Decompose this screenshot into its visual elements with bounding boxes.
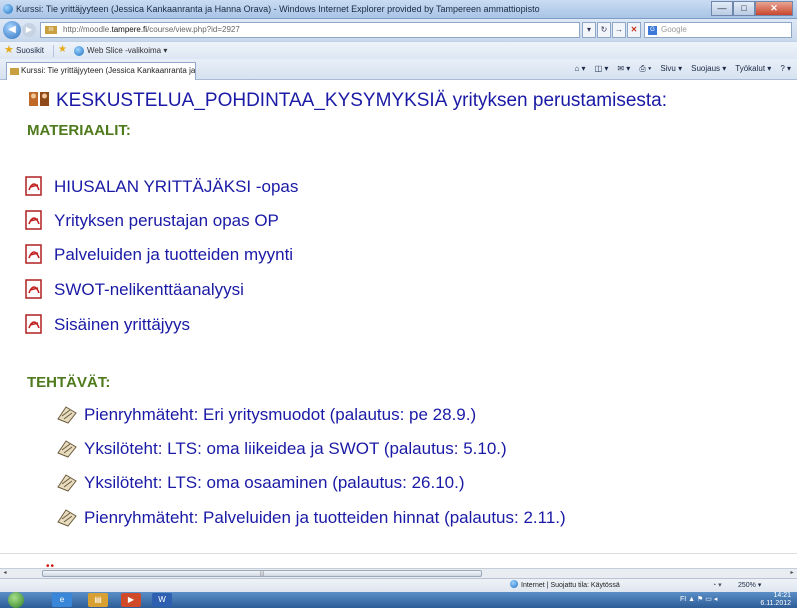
assignment-icon — [57, 440, 77, 458]
site-favicon-icon: m — [45, 26, 57, 34]
scroll-left-icon[interactable]: ◂ — [0, 569, 10, 578]
minimize-button[interactable]: — — [711, 1, 733, 16]
tools-menu[interactable]: Työkalut ▾ — [735, 62, 771, 76]
go-button[interactable]: → — [612, 22, 626, 38]
pdf-icon — [25, 176, 42, 196]
taskbar-ie-button[interactable]: e — [52, 593, 72, 607]
url-tools: ▾ ↻ → ✕ — [582, 22, 641, 38]
taskbar-word-button[interactable]: W — [152, 593, 172, 607]
resource-label: Palveluiden ja tuotteiden myynti — [54, 245, 294, 264]
command-bar: Kurssi: Tie yrittäjyyteen (Jessica Kanka… — [0, 59, 797, 80]
resource-link-4[interactable]: Sisäinen yrittäjyys — [24, 314, 190, 335]
pdf-icon — [25, 314, 42, 334]
forum-icon — [29, 92, 49, 106]
edit-dots: •• — [46, 561, 56, 568]
page-menu[interactable]: Sivu ▾ — [660, 62, 682, 76]
taskbar-media-button[interactable]: ▶ — [121, 593, 141, 607]
assignment-link-3[interactable]: Pienryhmäteht: Palveluiden ja tuotteiden… — [56, 507, 566, 528]
page-content: KESKUSTELUA_POHDINTAA_KYSYMYKSIÄ yrityks… — [0, 81, 797, 568]
safety-menu[interactable]: Suojaus ▾ — [691, 62, 726, 76]
add-favorite-icon[interactable]: ★ — [58, 44, 67, 56]
assignment-label: Pienryhmäteht: Eri yritysmuodot (palautu… — [84, 405, 477, 424]
globe-icon — [510, 580, 518, 588]
zoom-button[interactable]: 250% ▾ — [738, 579, 761, 592]
materials-heading: MATERIAALIT: — [27, 122, 131, 139]
resource-link-3[interactable]: SWOT-nelikenttäanalyysi — [24, 279, 244, 300]
favorites-divider — [53, 45, 54, 57]
clock-time: 14:21 — [773, 592, 791, 599]
refresh-button[interactable]: ↻ — [597, 22, 611, 38]
search-input[interactable]: G Google — [644, 22, 792, 38]
favorites-star-icon[interactable]: ★ — [4, 45, 14, 56]
mail-button[interactable]: ✉ ▾ — [617, 62, 630, 76]
address-bar: ◀ ▶ m http://moodle.tampere.fi/course/vi… — [0, 19, 797, 41]
browser-tab[interactable]: Kurssi: Tie yrittäjyyteen (Jessica Kanka… — [6, 62, 196, 80]
help-menu[interactable]: ? ▾ — [780, 62, 791, 76]
horizontal-scrollbar[interactable]: ◂ ||| ▸ — [0, 568, 797, 578]
window-title: Kurssi: Tie yrittäjyyteen (Jessica Kanka… — [16, 4, 540, 14]
dropdown-icon[interactable]: ▾ — [582, 22, 596, 38]
window-title-bar: Kurssi: Tie yrittäjyyteen (Jessica Kanka… — [0, 0, 797, 19]
favorites-button[interactable]: Suosikit — [16, 42, 44, 59]
resource-label: Sisäinen yrittäjyys — [54, 315, 191, 334]
scroll-thumb[interactable]: ||| — [42, 570, 482, 577]
resource-label: Yrityksen perustajan opas OP — [54, 211, 279, 230]
pdf-icon — [25, 244, 42, 264]
resource-label: HIUSALAN YRITTÄJÄKSI -opas — [54, 177, 299, 196]
resource-label: SWOT-nelikenttäanalyysi — [54, 280, 244, 299]
assignment-icon — [57, 474, 77, 492]
assignment-label: Yksilöteht: LTS: oma liikeidea ja SWOT (… — [84, 439, 507, 458]
tasks-heading: TEHTÄVÄT: — [27, 374, 111, 391]
favorites-bar: ★ Suosikit ★ Web Slice -valikoima ▾ — [0, 41, 797, 59]
pdf-icon — [25, 279, 42, 299]
forward-button[interactable]: ▶ — [22, 23, 36, 37]
search-provider-icon: G — [648, 26, 657, 35]
assignment-label: Pienryhmäteht: Palveluiden ja tuotteiden… — [84, 508, 566, 527]
resource-link-1[interactable]: Yrityksen perustajan opas OP — [24, 210, 279, 231]
command-buttons: ⌂ ▾ ◫ ▾ ✉ ▾ ⎙ ▾ Sivu ▾ Suojaus ▾ Työkalu… — [575, 62, 792, 76]
resource-link-0[interactable]: HIUSALAN YRITTÄJÄKSI -opas — [24, 176, 298, 197]
scroll-right-icon[interactable]: ▸ — [787, 569, 797, 578]
close-button[interactable]: ✕ — [755, 1, 793, 16]
section-divider — [0, 553, 797, 554]
security-zone[interactable]: Internet | Suojattu tila: Käytössä — [510, 579, 620, 592]
taskbar-explorer-button[interactable]: ▤ — [88, 593, 108, 607]
assignment-link-1[interactable]: Yksilöteht: LTS: oma liikeidea ja SWOT (… — [56, 438, 507, 459]
home-button[interactable]: ⌂ ▾ — [575, 62, 586, 76]
forum-link-text: KESKUSTELUA_POHDINTAA_KYSYMYKSIÄ yrityks… — [56, 90, 668, 111]
clock[interactable]: 14:21 6.11.2012 — [760, 592, 791, 608]
url-input[interactable]: m http://moodle.tampere.fi/course/view.p… — [40, 22, 580, 38]
start-button[interactable] — [8, 592, 24, 608]
taskbar: e ▤ ▶ W FI ▲ ⚑ ▭ ◂ 14:21 6.11.2012 — [0, 592, 797, 608]
url-path: /course/view.php?id=2927 — [147, 25, 240, 34]
assignment-icon — [57, 509, 77, 527]
web-slice-icon — [74, 46, 84, 56]
print-button[interactable]: ⎙ ▾ — [639, 62, 651, 76]
tab-favicon-icon — [10, 68, 19, 75]
popup-control-button[interactable]: ◔ ▾ — [712, 579, 722, 592]
tab-label: Kurssi: Tie yrittäjyyteen (Jessica Kanka… — [21, 66, 196, 75]
forum-link[interactable]: KESKUSTELUA_POHDINTAA_KYSYMYKSIÄ yrityks… — [28, 89, 667, 112]
assignment-icon — [57, 406, 77, 424]
window-controls: — □ ✕ — [711, 1, 793, 16]
resource-link-2[interactable]: Palveluiden ja tuotteiden myynti — [24, 244, 293, 265]
status-bar: Internet | Suojattu tila: Käytössä ◔ ▾ 2… — [0, 578, 797, 592]
url-prefix: http://moodle. — [63, 25, 112, 34]
assignment-label: Yksilöteht: LTS: oma osaaminen (palautus… — [84, 473, 465, 492]
security-zone-text: Internet | Suojattu tila: Käytössä — [521, 582, 620, 589]
search-placeholder: Google — [661, 25, 687, 34]
system-tray-icons[interactable]: FI ▲ ⚑ ▭ ◂ — [680, 595, 717, 603]
feeds-button[interactable]: ◫ ▾ — [595, 62, 609, 76]
maximize-button[interactable]: □ — [733, 1, 755, 16]
back-button[interactable]: ◀ — [3, 21, 21, 39]
assignment-link-0[interactable]: Pienryhmäteht: Eri yritysmuodot (palautu… — [56, 404, 476, 425]
pdf-icon — [25, 210, 42, 230]
internet-explorer-icon — [3, 4, 13, 14]
clock-date: 6.11.2012 — [760, 600, 791, 607]
web-slice-gallery[interactable]: Web Slice -valikoima ▾ — [87, 42, 167, 59]
stop-button[interactable]: ✕ — [627, 22, 641, 38]
url-host: tampere.fi — [111, 25, 148, 34]
assignment-link-2[interactable]: Yksilöteht: LTS: oma osaaminen (palautus… — [56, 472, 465, 493]
